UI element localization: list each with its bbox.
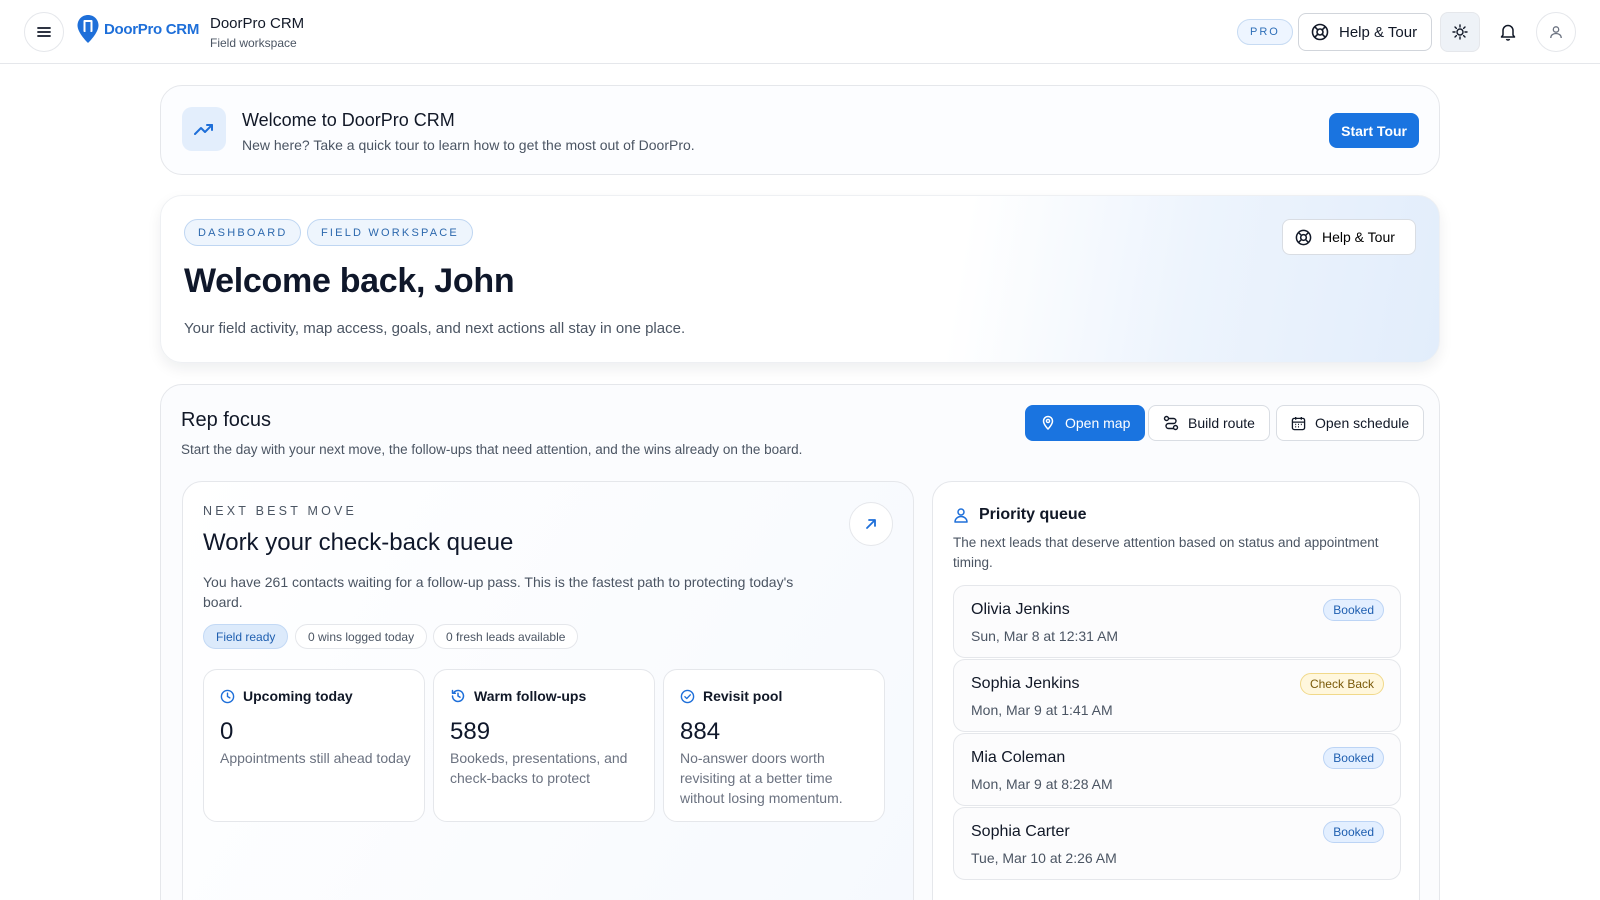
lead-name: Mia Coleman [971,749,1066,766]
stat-revisit-description: No-answer doors worth revisiting at a be… [680,750,843,806]
lead-time: Mon, Mar 9 at 1:41 AM [971,702,1113,718]
calendar-icon [1291,416,1306,430]
open-schedule-button[interactable]: Open schedule [1276,405,1425,441]
open-map-button[interactable]: Open map [1025,405,1146,441]
hero-card: DASHBOARD FIELD WORKSPACE Welcome back, … [160,195,1440,363]
map-pin-user-icon [1042,415,1054,431]
stat-warm-value: 589 [450,718,491,745]
brand-name: DoorPro CRM [104,20,200,38]
refresh-clock-icon [451,689,465,703]
user-icon [1550,26,1562,39]
bell-icon [1500,24,1516,41]
stat-revisit-head: Revisit pool [680,688,782,704]
lifebuoy-icon [1295,229,1312,245]
sun-icon [1452,24,1468,40]
lead-time: Mon, Mar 9 at 8:28 AM [971,776,1113,792]
stat-upcoming-description: Appointments still ahead today [220,750,411,766]
app-subtitle: Field workspace [210,36,297,50]
priority-queue-subtitle: The next leads that deserve attention ba… [953,535,1379,570]
lead-name: Sophia Carter [971,823,1070,840]
open-schedule-label: Open schedule [1315,415,1410,431]
rep-focus-section: Rep focus Start the day with your next m… [160,384,1440,900]
user-menu-button[interactable] [1536,12,1576,52]
clock-icon [220,689,235,703]
pill-field-ready: Field ready [203,624,289,649]
lead-name: Sophia Jenkins [971,675,1080,692]
start-tour-button[interactable]: Start Tour [1329,113,1419,148]
notifications-button[interactable] [1488,12,1528,52]
stat-upcoming-today[interactable]: Upcoming today 0 Appointments still ahea… [203,669,425,822]
stat-revisit-label: Revisit pool [703,688,783,704]
app-title: DoorPro CRM [210,15,305,32]
chip-dashboard[interactable]: DASHBOARD [184,219,302,246]
nbm-title: Work your check-back queue [203,529,514,556]
lead-item[interactable]: Olivia Jenkins Sun, Mar 8 at 12:31 AM Bo… [953,585,1401,658]
rep-focus-title: Rep focus [181,409,272,431]
route-icon [1163,415,1179,431]
pill-fresh-leads: 0 fresh leads available [433,624,579,649]
status-badge: Booked [1323,599,1384,621]
pro-badge: PRO [1237,19,1293,45]
stat-revisit-pool[interactable]: Revisit pool 884 No-answer doors worth r… [663,669,885,822]
nbm-eyebrow: NEXT BEST MOVE [203,504,358,518]
stat-upcoming-value: 0 [220,718,234,745]
stat-warm-head: Warm follow-ups [450,688,586,704]
stat-upcoming-head: Upcoming today [220,688,353,704]
status-badge: Booked [1323,747,1384,769]
top-bar: DoorPro CRM DoorPro CRM Field workspace … [0,0,1600,64]
status-badge: Check Back [1299,673,1384,695]
theme-toggle-button[interactable] [1440,12,1480,52]
priority-queue-header: Priority queue [953,506,1087,524]
nbm-description: You have 261 contacts waiting for a foll… [203,574,794,610]
chip-field-workspace[interactable]: FIELD WORKSPACE [307,219,473,246]
rep-focus-subtitle: Start the day with your next move, the f… [181,442,803,457]
logo-pin-icon [77,15,99,43]
lead-item[interactable]: Sophia Jenkins Mon, Mar 9 at 1:41 AM Che… [953,659,1401,732]
lead-time: Tue, Mar 10 at 2:26 AM [971,850,1117,866]
stat-warm-label: Warm follow-ups [474,688,587,704]
lifebuoy-icon [1311,23,1329,41]
banner-title: Welcome to DoorPro CRM [242,110,455,130]
brand-logo[interactable]: DoorPro CRM [76,14,199,44]
check-circle-icon [680,689,695,703]
priority-queue-title: Priority queue [979,506,1087,523]
next-best-move-card: NEXT BEST MOVE Work your check-back queu… [182,481,914,900]
stat-revisit-value: 884 [680,718,721,745]
lead-item[interactable]: Mia Coleman Mon, Mar 9 at 8:28 AM Booked [953,733,1401,806]
pill-wins-logged: 0 wins logged today [295,624,428,649]
stat-warm-description: Bookeds, presentations, and check-backs … [450,750,628,786]
lead-item[interactable]: Sophia Carter Tue, Mar 10 at 2:26 AM Boo… [953,807,1401,880]
hero-subtitle: Your field activity, map access, goals, … [184,320,686,337]
menu-icon [37,27,51,37]
hero-help-tour-button[interactable]: Help & Tour [1282,219,1416,255]
nbm-open-button[interactable] [849,502,893,546]
help-tour-label: Help & Tour [1339,23,1418,41]
status-badge: Booked [1323,821,1384,843]
menu-button[interactable] [24,12,64,52]
stat-upcoming-label: Upcoming today [243,688,353,704]
trending-up-icon [194,124,213,135]
banner-subtitle: New here? Take a quick tour to learn how… [242,137,695,153]
build-route-button[interactable]: Build route [1148,405,1270,441]
lead-name: Olivia Jenkins [971,601,1070,618]
open-map-label: Open map [1065,415,1131,431]
lead-time: Sun, Mar 8 at 12:31 AM [971,628,1119,644]
stat-warm-follow-ups[interactable]: Warm follow-ups 589 Bookeds, presentatio… [433,669,655,822]
user-pin-icon [954,508,968,523]
priority-queue-card: Priority queue The next leads that deser… [932,481,1420,900]
welcome-banner: Welcome to DoorPro CRM New here? Take a … [160,85,1440,175]
hero-help-tour-label: Help & Tour [1322,229,1395,245]
build-route-label: Build route [1188,415,1255,431]
arrow-up-right-icon [866,519,876,529]
banner-icon [182,107,226,151]
hero-title: Welcome back, John [184,262,515,300]
help-tour-button[interactable]: Help & Tour [1298,13,1432,51]
